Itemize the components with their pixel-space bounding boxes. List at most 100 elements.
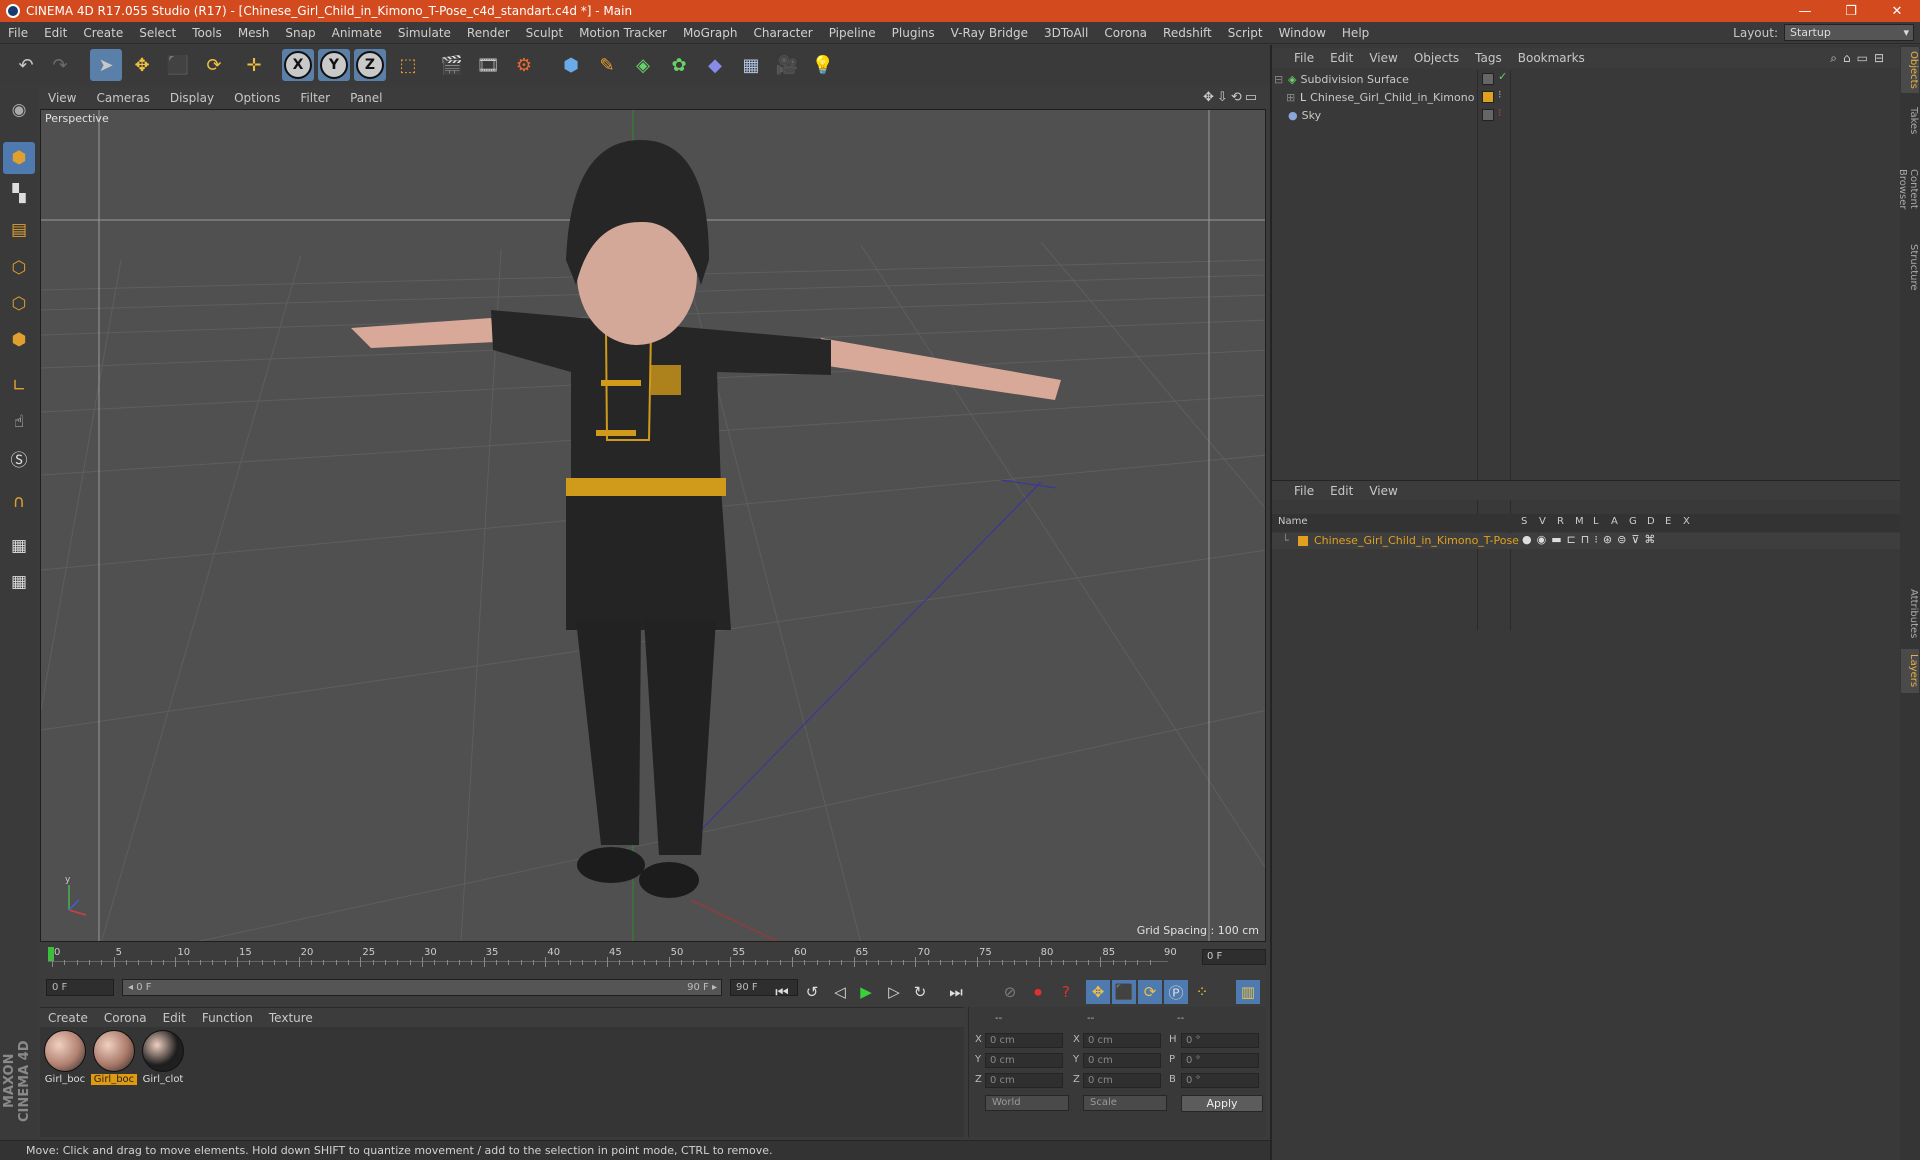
layout-select[interactable]: Startup: [1784, 24, 1914, 41]
apply-button[interactable]: Apply: [1181, 1095, 1263, 1112]
subdivision-generator-icon[interactable]: ◈: [627, 49, 659, 81]
make-editable-icon[interactable]: ◉: [3, 94, 35, 126]
minimize-button[interactable]: —: [1782, 0, 1828, 22]
menu-window[interactable]: Window: [1271, 22, 1334, 44]
viewport-menu-filter[interactable]: Filter: [290, 88, 340, 108]
tab-attributes[interactable]: Attributes: [1901, 585, 1919, 643]
menu-sculpt[interactable]: Sculpt: [518, 22, 571, 44]
chinese-girl-model[interactable]: [351, 140, 1061, 898]
menu-render[interactable]: Render: [459, 22, 518, 44]
perspective-viewport[interactable]: y Perspective Grid Spacing : 100 cm: [40, 109, 1266, 942]
key-rotation-icon[interactable]: ⟳: [1138, 980, 1162, 1004]
material-menu-texture[interactable]: Texture: [261, 1008, 321, 1028]
objects-menu-edit[interactable]: Edit: [1322, 48, 1361, 68]
tweak-mode-icon[interactable]: ☝: [3, 406, 35, 438]
rotation-b-field[interactable]: 0 °: [1181, 1073, 1259, 1088]
menu-plugins[interactable]: Plugins: [884, 22, 943, 44]
axis-mode-icon[interactable]: ∟: [3, 370, 35, 402]
points-mode-icon[interactable]: ⬡: [3, 252, 35, 284]
viewport-menu-options[interactable]: Options: [224, 88, 290, 108]
menu-3dtoall[interactable]: 3DToAll: [1036, 22, 1096, 44]
menu-tools[interactable]: Tools: [184, 22, 230, 44]
tab-layers[interactable]: Layers: [1901, 649, 1919, 693]
current-frame-field[interactable]: 0 F: [1202, 949, 1266, 965]
go-to-start-icon[interactable]: ⏮: [770, 980, 794, 1004]
menu-create[interactable]: Create: [75, 22, 131, 44]
size-y-field[interactable]: 0 cm: [1083, 1053, 1161, 1068]
menu-snap[interactable]: Snap: [277, 22, 323, 44]
objects-menu-tags[interactable]: Tags: [1467, 48, 1510, 68]
snap-magnet-icon[interactable]: ∩: [3, 486, 35, 518]
objects-menu-file[interactable]: File: [1286, 48, 1322, 68]
workplane-lock-icon[interactable]: ▦: [3, 530, 35, 562]
next-key-icon[interactable]: ↻: [908, 980, 932, 1004]
menu-motion-tracker[interactable]: Motion Tracker: [571, 22, 675, 44]
objects-menu-objects[interactable]: Objects: [1406, 48, 1467, 68]
frame-range-slider[interactable]: ◂ 0 F 90 F ▸: [122, 979, 722, 996]
layers-menu-edit[interactable]: Edit: [1322, 481, 1361, 501]
pen-spline-icon[interactable]: ✎: [591, 49, 623, 81]
light-object-icon[interactable]: 💡: [807, 49, 839, 81]
material-item-selected[interactable]: Girl_boc: [91, 1030, 137, 1085]
position-z-field[interactable]: 0 cm: [985, 1073, 1063, 1088]
select-tool-icon[interactable]: ➤: [90, 49, 122, 81]
move-tool-icon[interactable]: ✥: [126, 49, 158, 81]
model-mode-icon[interactable]: ⬢: [3, 142, 35, 174]
record-active-icon[interactable]: ⏺: [1026, 980, 1050, 1004]
objects-menu-view[interactable]: View: [1361, 48, 1405, 68]
previous-frame-icon[interactable]: ◁: [828, 980, 852, 1004]
object-row-chinese-girl[interactable]: ⊞ L Chinese_Girl_Child_in_Kimono ⁝: [1274, 88, 1874, 106]
object-row-sky[interactable]: ● Sky ⁝: [1274, 106, 1874, 124]
rotate-tool-icon[interactable]: ⟳: [198, 49, 230, 81]
solo-mode-icon[interactable]: Ⓢ: [3, 442, 35, 474]
material-item[interactable]: Girl_clot: [140, 1030, 186, 1085]
start-frame-field[interactable]: 0 F: [46, 979, 114, 996]
size-mode-dropdown[interactable]: Scale: [1083, 1095, 1167, 1111]
visibility-dots-icon[interactable]: ⁝: [1498, 106, 1502, 119]
key-scale-icon[interactable]: ⬛: [1112, 980, 1136, 1004]
deformer-icon[interactable]: ◆: [699, 49, 731, 81]
menu-file[interactable]: File: [0, 22, 36, 44]
live-selection-icon[interactable]: ✛: [238, 49, 270, 81]
position-x-field[interactable]: 0 cm: [985, 1033, 1063, 1048]
timeline-window-icon[interactable]: ▥: [1236, 980, 1260, 1004]
menu-select[interactable]: Select: [131, 22, 184, 44]
menu-pipeline[interactable]: Pipeline: [821, 22, 884, 44]
next-frame-icon[interactable]: ▷: [882, 980, 906, 1004]
z-axis-button[interactable]: Z: [356, 51, 384, 79]
render-settings-icon[interactable]: ⚙: [508, 49, 540, 81]
enabled-check-icon[interactable]: ✓: [1498, 70, 1507, 83]
layers-menu-file[interactable]: File: [1286, 481, 1322, 501]
key-position-icon[interactable]: ✥: [1086, 980, 1110, 1004]
viewport-navigation-icons[interactable]: ✥⇩⟲▭: [1203, 90, 1260, 105]
camera-object-icon[interactable]: 🎥: [771, 49, 803, 81]
scale-tool-icon[interactable]: ⬛: [162, 49, 194, 81]
y-axis-button[interactable]: Y: [320, 51, 348, 79]
material-menu-edit[interactable]: Edit: [155, 1008, 194, 1028]
menu-mograph[interactable]: MoGraph: [675, 22, 746, 44]
key-pla-icon[interactable]: ⁘: [1190, 980, 1214, 1004]
key-parameter-icon[interactable]: Ⓟ: [1164, 980, 1188, 1004]
layer-toggle-icons[interactable]: ●◉▬⊏⊓⁝⊛⊜⊽⌘: [1522, 533, 1660, 546]
viewport-menu-panel[interactable]: Panel: [340, 88, 392, 108]
previous-key-icon[interactable]: ↺: [800, 980, 824, 1004]
mograph-cloner-icon[interactable]: ✿: [663, 49, 695, 81]
viewport-menu-display[interactable]: Display: [160, 88, 224, 108]
material-menu-corona[interactable]: Corona: [96, 1008, 155, 1028]
undo-icon[interactable]: ↶: [10, 49, 42, 81]
rotation-h-field[interactable]: 0 °: [1181, 1033, 1259, 1048]
menu-character[interactable]: Character: [745, 22, 820, 44]
go-to-end-icon[interactable]: ⏭: [944, 980, 968, 1004]
cube-primitive-icon[interactable]: ⬢: [555, 49, 587, 81]
viewport-menu-cameras[interactable]: Cameras: [86, 88, 159, 108]
render-view-icon[interactable]: 🎬: [436, 49, 468, 81]
coordinate-space-dropdown[interactable]: World: [985, 1095, 1069, 1111]
menu-help[interactable]: Help: [1334, 22, 1377, 44]
layer-color-swatch[interactable]: [1298, 536, 1308, 546]
menu-edit[interactable]: Edit: [36, 22, 75, 44]
object-manager-search-icon[interactable]: ⌕⌂▭⊟: [1830, 51, 1890, 66]
visibility-toggle[interactable]: [1482, 109, 1494, 121]
floor-object-icon[interactable]: ▦: [735, 49, 767, 81]
position-y-field[interactable]: 0 cm: [985, 1053, 1063, 1068]
menu-corona[interactable]: Corona: [1096, 22, 1155, 44]
